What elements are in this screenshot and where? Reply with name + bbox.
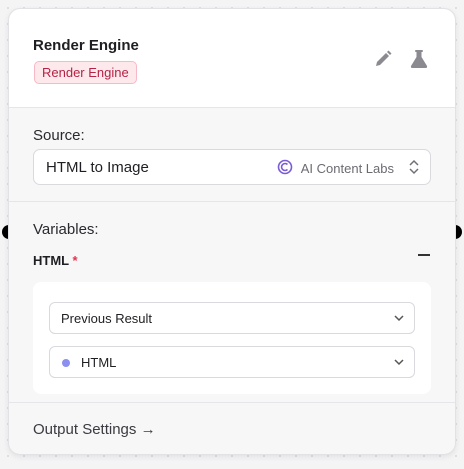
collapse-minus-icon[interactable] — [418, 254, 430, 256]
variables-label: Variables: — [33, 221, 99, 238]
node-type-badge: Render Engine — [34, 61, 137, 84]
required-marker: * — [72, 253, 78, 268]
source-label: Source: — [33, 127, 85, 144]
node-title: Render Engine — [33, 37, 139, 54]
chevron-down-icon — [393, 356, 405, 371]
render-engine-node[interactable]: Render Engine Render Engine Source: HTML… — [8, 8, 456, 455]
variable-value-select[interactable]: HTML — [49, 346, 415, 378]
value-type-dot-icon — [62, 359, 70, 367]
variable-panel: Previous Result HTML — [33, 282, 431, 394]
ai-content-labs-logo-icon — [277, 159, 293, 178]
variable-name: HTML — [33, 253, 69, 268]
section-divider — [9, 201, 455, 202]
up-down-chevron-icon — [408, 158, 420, 181]
chevron-down-icon — [393, 312, 405, 327]
html-variable-label: HTML * — [33, 253, 78, 268]
source-select[interactable]: HTML to Image AI Content Labs — [33, 149, 431, 185]
provider-name: AI Content Labs — [300, 161, 394, 176]
provider-tag: AI Content Labs — [277, 159, 394, 178]
variable-source-select[interactable]: Previous Result — [49, 302, 415, 334]
source-selected-value: HTML to Image — [46, 159, 149, 176]
output-settings-link[interactable]: Output Settings → — [33, 421, 156, 438]
pencil-icon[interactable] — [372, 48, 394, 70]
variable-value: HTML — [81, 355, 117, 370]
flask-icon[interactable] — [408, 48, 430, 70]
node-header: Render Engine Render Engine — [9, 9, 455, 108]
section-divider — [9, 402, 455, 403]
variable-source-value: Previous Result — [61, 311, 153, 326]
